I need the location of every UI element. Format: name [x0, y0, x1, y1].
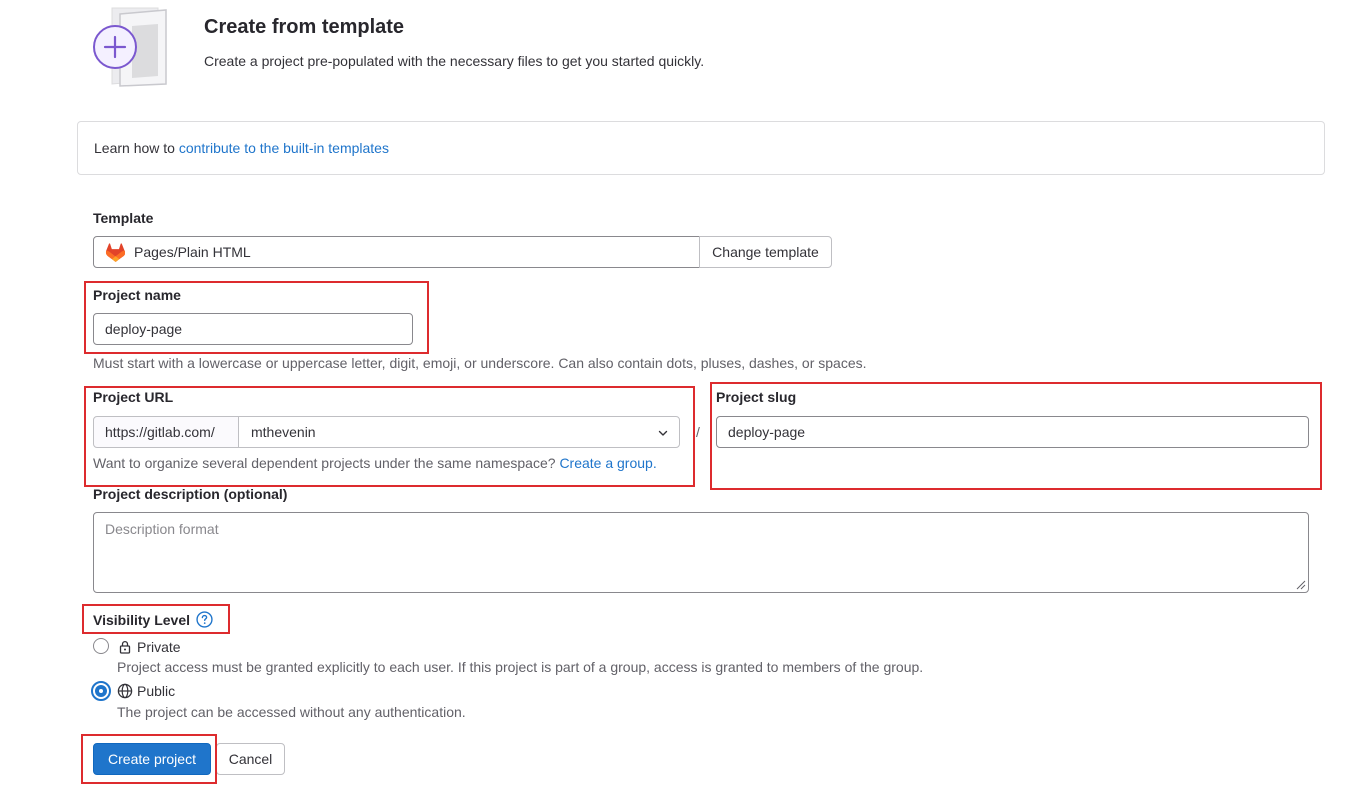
visibility-private-label: Private [137, 639, 181, 655]
visibility-public-radio[interactable] [91, 681, 111, 701]
globe-icon [117, 683, 133, 699]
info-prefix: Learn how to [94, 140, 175, 156]
namespace-value: mthevenin [251, 424, 316, 440]
templates-info-alert: Learn how to contribute to the built-in … [77, 121, 1325, 175]
project-name-input[interactable] [93, 313, 413, 345]
project-description-label: Project description (optional) [93, 486, 288, 502]
page-subtitle: Create a project pre-populated with the … [204, 53, 705, 69]
visibility-private-radio[interactable] [93, 638, 109, 654]
project-name-help: Must start with a lowercase or uppercase… [93, 355, 867, 371]
project-url-label: Project URL [93, 389, 174, 405]
templates-info-text: Learn how to contribute to the built-in … [94, 140, 389, 156]
question-circle-icon[interactable] [196, 611, 213, 628]
url-slug-separator: / [696, 424, 700, 440]
visibility-public-description: The project can be accessed without any … [117, 704, 466, 720]
project-description-textarea[interactable] [93, 512, 1309, 593]
radio-selected-fill [95, 685, 107, 697]
change-template-button[interactable]: Change template [699, 236, 832, 268]
lock-icon [119, 640, 131, 654]
visibility-private-description: Project access must be granted explicitl… [117, 659, 924, 675]
create-project-button[interactable]: Create project [93, 743, 211, 775]
radio-selected-dot [99, 689, 103, 693]
project-url-prefix: https://gitlab.com/ [93, 416, 239, 448]
page-title: Create from template [204, 16, 405, 38]
project-slug-input[interactable] [716, 416, 1309, 448]
gitlab-tanuki-icon [105, 243, 125, 262]
visibility-level-label: Visibility Level [93, 612, 190, 628]
chevron-down-icon [658, 430, 668, 436]
project-url-help: Want to organize several dependent proje… [93, 455, 657, 471]
template-label: Template [93, 210, 154, 226]
project-slug-label: Project slug [716, 389, 797, 405]
cancel-button[interactable]: Cancel [216, 743, 285, 775]
project-name-label: Project name [93, 287, 181, 303]
resize-handle-icon[interactable] [1294, 578, 1306, 590]
visibility-public-label: Public [137, 683, 176, 699]
namespace-select[interactable]: mthevenin [238, 416, 680, 448]
template-field: Pages/Plain HTML [93, 236, 700, 268]
create-group-link[interactable]: Create a group. [559, 455, 656, 471]
contribute-templates-link[interactable]: contribute to the built-in templates [179, 140, 389, 156]
visibility-level-text: Visibility Level [93, 612, 191, 628]
project-url-help-text: Want to organize several dependent proje… [93, 455, 556, 471]
template-value: Pages/Plain HTML [134, 244, 251, 260]
create-template-illustration [93, 7, 167, 87]
